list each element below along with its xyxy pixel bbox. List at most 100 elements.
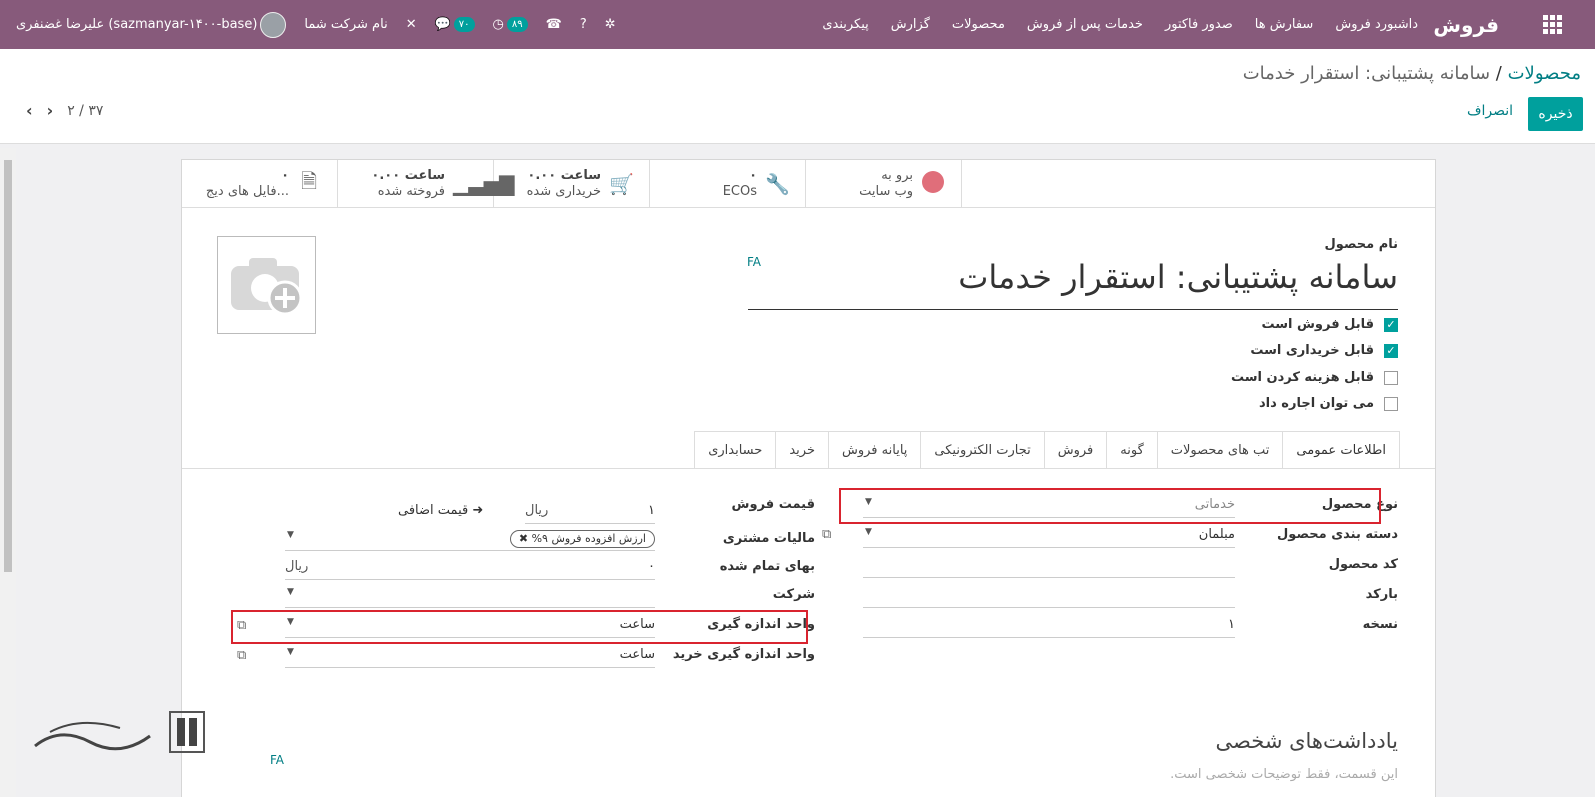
barcode-input[interactable]	[863, 584, 1235, 608]
debug-icon[interactable]: ✲	[605, 17, 616, 32]
user-menu[interactable]: علیرضا غضنفری (sazmanyar-۱۴۰۰-base)	[16, 11, 287, 38]
can-be-sold-checkbox[interactable]: ✓ قابل فروش است	[1261, 317, 1398, 332]
product-code-label: کد محصول	[1328, 557, 1398, 572]
help-icon[interactable]: ?	[580, 17, 587, 32]
extra-price-link[interactable]: ➜ قیمت اضافی	[398, 503, 483, 518]
can-be-expensed-label: قابل هزینه کردن است	[1230, 370, 1374, 385]
main-menu: داشبورد فروش سفارش ها صدور فاکتور خدمات …	[822, 0, 1418, 49]
product-category-select[interactable]: مبلمان ▼	[863, 524, 1235, 548]
activity-icon[interactable]: ◷ ۸۹	[493, 17, 528, 32]
watermark-logo	[30, 706, 210, 766]
arrow-right-icon: ➜	[472, 503, 484, 518]
can-be-rented-checkbox[interactable]: می توان اجاره داد	[1259, 396, 1398, 411]
product-category-label: دسته بندی محصول	[1277, 527, 1398, 542]
sold-label: فروخته شده	[377, 184, 445, 199]
files-smart-button[interactable]: ۰ فایل های دیج... 🗎	[182, 160, 338, 208]
pager-prev-icon[interactable]: ‹	[26, 101, 33, 120]
product-name-label: نام محصول	[1324, 237, 1398, 252]
caret-down-icon: ▼	[287, 530, 294, 540]
customer-tax-label: مالیات مشتری	[722, 531, 815, 546]
version-value: ۱	[1228, 617, 1235, 632]
tab-sales[interactable]: فروش	[1043, 431, 1107, 469]
tag-remove-icon[interactable]: ✖	[519, 532, 528, 545]
can-be-expensed-checkbox[interactable]: قابل هزینه کردن است	[1231, 370, 1398, 385]
product-code-input[interactable]	[863, 554, 1235, 578]
purchased-smart-button[interactable]: ۰.۰۰ ساعت خریداری شده 🛒	[494, 160, 650, 208]
tab-variants[interactable]: گونه	[1106, 431, 1157, 469]
cost-input[interactable]: ۰ ریال	[285, 556, 655, 580]
breadcrumb-current: سامانه پشتیبانی: استقرار خدمات	[1242, 63, 1491, 84]
globe-icon	[921, 170, 945, 198]
user-name: علیرضا غضنفری (sazmanyar-۱۴۰۰-base)	[16, 17, 258, 32]
caret-down-icon: ▼	[287, 587, 294, 597]
menu-item-sales-dashboard[interactable]: داشبورد فروش	[1335, 17, 1418, 32]
sold-smart-button[interactable]: ۰.۰۰ ساعت فروخته شده ▁▃▅▇	[338, 160, 515, 208]
can-be-purchased-label: قابل خریداری است	[1250, 343, 1374, 358]
pager: ‹ › ۲ / ۳۷	[26, 101, 103, 120]
external-link-icon[interactable]: ⧉	[822, 527, 831, 542]
sale-price-input[interactable]: ۱ ریال	[525, 500, 655, 524]
sale-price-currency: ریال	[525, 503, 549, 518]
document-icon: 🗎	[300, 169, 318, 193]
company-select[interactable]: ▼	[285, 584, 655, 608]
check-icon: ✓	[1384, 317, 1398, 332]
app-grid-icon[interactable]	[1540, 0, 1562, 49]
menu-item-configuration[interactable]: پیکربندی	[822, 17, 868, 32]
messages-badge: ۷۰	[453, 17, 475, 32]
control-panel: محصولات / سامانه پشتیبانی: استقرار خدمات…	[0, 49, 1595, 144]
checkbox-box	[1384, 370, 1398, 385]
company-label: شرکت	[772, 587, 815, 602]
can-be-purchased-checkbox[interactable]: ✓ قابل خریداری است	[1250, 343, 1398, 358]
purchased-label: خریداری شده	[526, 184, 601, 199]
scrollbar-thumb[interactable]	[4, 160, 12, 572]
cost-label: بهای تمام شده	[719, 559, 815, 574]
version-input[interactable]: ۱	[863, 614, 1235, 638]
caret-down-icon: ▼	[865, 527, 872, 537]
tax-tag-label: ارزش افزوده فروش ۹%	[531, 532, 646, 545]
menu-item-invoicing[interactable]: صدور فاکتور	[1165, 17, 1233, 32]
menu-item-orders[interactable]: سفارش ها	[1255, 17, 1314, 32]
discard-button[interactable]: انصراف	[1467, 103, 1513, 119]
purchase-uom-select[interactable]: ساعت ▼	[285, 644, 655, 668]
can-be-sold-label: قابل فروش است	[1261, 317, 1374, 332]
tools-icon[interactable]: ✕	[406, 17, 417, 32]
menu-item-products[interactable]: محصولات	[952, 17, 1005, 32]
external-link-icon[interactable]: ⧉	[237, 648, 246, 663]
app-name[interactable]: فروش	[1433, 0, 1499, 49]
check-icon: ✓	[1384, 343, 1398, 358]
tab-general-info[interactable]: اطلاعات عمومی	[1282, 431, 1400, 469]
tab-purchase[interactable]: خرید	[775, 431, 828, 469]
personal-notes-input[interactable]: این قسمت، فقط توضیحات شخصی است.	[1170, 767, 1398, 782]
wrench-icon: 🔧	[765, 172, 790, 196]
product-name-input[interactable]: سامانه پشتیبانی: استقرار خدمات	[748, 258, 1398, 310]
caret-down-icon: ▼	[287, 647, 294, 657]
pager-value[interactable]: ۲ / ۳۷	[67, 103, 103, 119]
camera-plus-icon	[230, 258, 302, 316]
can-be-rented-label: می توان اجاره داد	[1258, 396, 1374, 411]
company-switcher[interactable]: نام شرکت شما	[304, 17, 387, 32]
breadcrumb-products-link[interactable]: محصولات	[1508, 63, 1581, 84]
form-sheet: ۰ فایل های دیج... 🗎 ۰.۰۰ ساعت فروخته شده ▁…	[181, 159, 1436, 797]
pager-next-icon[interactable]: ›	[47, 101, 54, 120]
tab-accounting[interactable]: حسابداری	[694, 431, 776, 469]
phone-icon[interactable]: ☎	[546, 17, 562, 32]
purchased-value: ۰.۰۰ ساعت	[527, 168, 601, 183]
tab-point-of-sale[interactable]: پایانه فروش	[827, 431, 921, 469]
cost-currency: ریال	[285, 559, 309, 574]
smart-buttons-divider	[964, 207, 1435, 208]
website-smart-button[interactable]: برو به وب سایت	[806, 160, 962, 208]
menu-item-after-sales[interactable]: خدمات پس از فروش	[1027, 17, 1143, 32]
notes-translate-button[interactable]: FA	[270, 753, 284, 767]
messages-icon[interactable]: 💬 ۷۰	[435, 17, 475, 32]
save-button[interactable]: ذخیره	[1528, 97, 1583, 131]
ecos-smart-button[interactable]: ۰ ECOs 🔧	[650, 160, 806, 208]
page-scrollbar[interactable]	[0, 148, 16, 797]
bar-chart-icon: ▁▃▅▇	[453, 172, 515, 196]
highlight-uom	[231, 610, 808, 644]
product-image-upload[interactable]	[217, 236, 316, 334]
tab-ecommerce[interactable]: تجارت الکترونیکی	[920, 431, 1044, 469]
menu-item-reporting[interactable]: گزارش	[891, 17, 930, 32]
tab-product-tabs[interactable]: تب های محصولات	[1156, 431, 1283, 469]
sale-price-value: ۱	[648, 503, 655, 518]
customer-tax-input[interactable]: ارزش افزوده فروش ۹% ✖ ▼	[285, 527, 655, 551]
